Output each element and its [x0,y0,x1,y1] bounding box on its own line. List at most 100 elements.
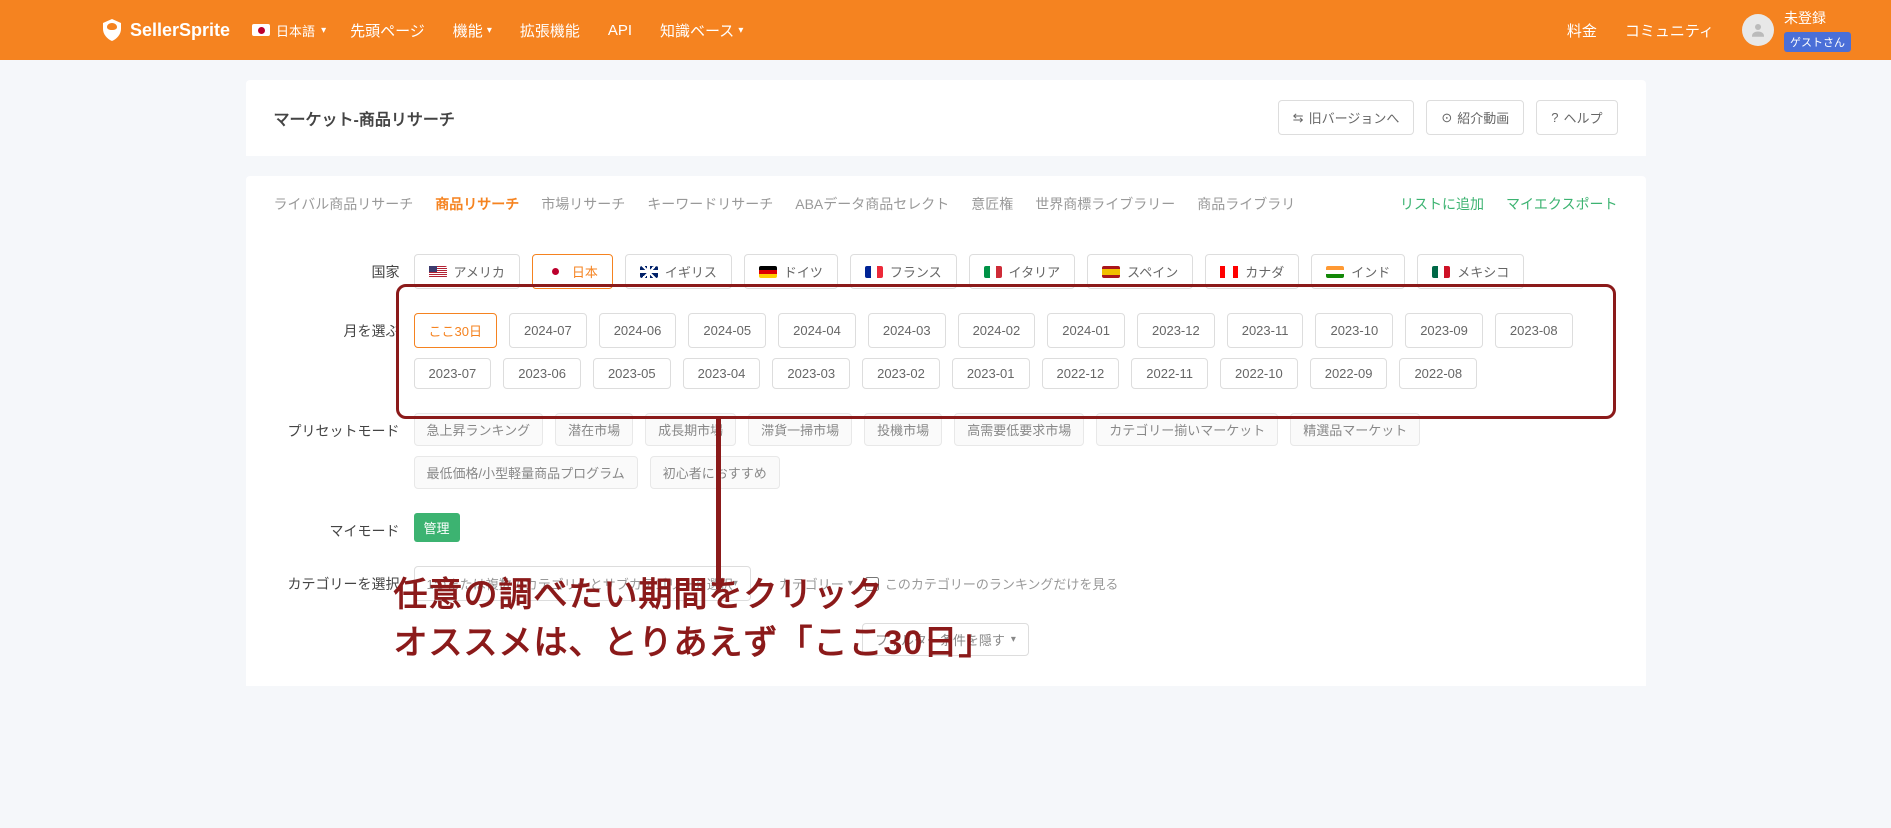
manage-button[interactable]: 管理 [414,513,460,542]
month-2024-06[interactable]: 2024-06 [599,313,677,348]
month-2024-04[interactable]: 2024-04 [778,313,856,348]
country-es[interactable]: スペイン [1087,254,1193,289]
country-it[interactable]: イタリア [969,254,1075,289]
preset-growth[interactable]: 成長期市場 [645,413,736,446]
preset-rising-rank[interactable]: 急上昇ランキング [414,413,544,446]
chevron-down-icon: ▾ [321,25,326,36]
filter-form: 国家 アメリカ 日本 イギリス ドイツ フランス イタリア スペイン カナダ イ… [246,232,1646,686]
chevron-down-icon: ▾ [733,578,738,589]
preset-potential[interactable]: 潜在市場 [555,413,633,446]
flag-ca-icon [1220,266,1238,278]
help-button[interactable]: ? ヘルプ [1536,100,1617,135]
month-last30[interactable]: ここ30日 [414,313,497,348]
month-2023-06[interactable]: 2023-06 [503,358,581,389]
user-menu[interactable]: 未登録 ゲストさん [1742,8,1851,52]
row-preset: プリセットモード 急上昇ランキング 潜在市場 成長期市場 滞貨一掃市場 投機市場… [274,401,1618,501]
user-status: 未登録 [1784,8,1826,28]
month-2023-03[interactable]: 2023-03 [772,358,850,389]
nav-knowledge-base[interactable]: 知識ベース▾ [660,20,743,41]
country-uk[interactable]: イギリス [625,254,732,289]
nav-features[interactable]: 機能▾ [453,20,492,41]
country-jp[interactable]: 日本 [532,254,613,289]
month-2024-02[interactable]: 2024-02 [958,313,1036,348]
preset-clearance[interactable]: 滞貨一掃市場 [748,413,852,446]
month-2023-12[interactable]: 2023-12 [1137,313,1215,348]
brand-logo[interactable]: SellerSprite [100,18,230,42]
month-2022-12[interactable]: 2022-12 [1042,358,1120,389]
row-mymode: マイモード 管理 [274,501,1618,554]
chevron-down-icon: ▾ [738,25,743,36]
month-2024-01[interactable]: 2024-01 [1047,313,1125,348]
month-2023-08[interactable]: 2023-08 [1495,313,1573,348]
preset-curated[interactable]: 精選品マーケット [1290,413,1420,446]
main-nav: 先頭ページ 機能▾ 拡張機能 API 知識ベース▾ [350,20,743,41]
flag-jp-icon [252,24,270,36]
header-right: 料金 コミュニティ 未登録 ゲストさん [1567,8,1891,52]
preset-category-complete[interactable]: カテゴリー揃いマーケット [1096,413,1278,446]
country-mx[interactable]: メキシコ [1417,254,1524,289]
language-switcher[interactable]: 日本語 ▾ [252,21,326,40]
global-header: SellerSprite 日本語 ▾ 先頭ページ 機能▾ 拡張機能 API 知識… [0,0,1891,60]
row-country: 国家 アメリカ 日本 イギリス ドイツ フランス イタリア スペイン カナダ イ… [274,242,1618,301]
tab-aba-select[interactable]: ABAデータ商品セレクト [795,190,949,218]
month-2024-07[interactable]: 2024-07 [509,313,587,348]
month-2024-05[interactable]: 2024-05 [688,313,766,348]
add-to-list-link[interactable]: リストに追加 [1400,194,1484,214]
country-in[interactable]: インド [1311,254,1405,289]
checkbox-input[interactable] [865,577,879,591]
tab-design-rights[interactable]: 意匠権 [971,190,1013,218]
month-2023-10[interactable]: 2023-10 [1315,313,1393,348]
preset-low-price-small[interactable]: 最低価格/小型軽量商品プログラム [414,456,638,489]
country-ca[interactable]: カナダ [1205,254,1299,289]
month-2022-10[interactable]: 2022-10 [1220,358,1298,389]
nav-top[interactable]: 先頭ページ [350,20,425,41]
preset-speculative[interactable]: 投機市場 [864,413,942,446]
country-fr[interactable]: フランス [850,254,957,289]
month-2023-09[interactable]: 2023-09 [1405,313,1483,348]
nav-api[interactable]: API [608,22,632,39]
nav-pricing[interactable]: 料金 [1567,20,1597,41]
tab-trademark-library[interactable]: 世界商標ライブラリー [1035,190,1175,218]
preset-beginner[interactable]: 初心者におすすめ [650,456,780,489]
tab-product-library[interactable]: 商品ライブラリ [1197,190,1295,218]
play-circle-icon: ⊙ [1441,110,1452,126]
label-mymode: マイモード [274,513,414,541]
month-2023-02[interactable]: 2023-02 [862,358,940,389]
old-version-button[interactable]: ⇆ 旧バージョンへ [1278,100,1415,135]
month-2022-11[interactable]: 2022-11 [1131,358,1208,389]
month-2023-11[interactable]: 2023-11 [1227,313,1304,348]
flag-mx-icon [1432,266,1450,278]
intro-video-button[interactable]: ⊙ 紹介動画 [1426,100,1524,135]
month-2022-08[interactable]: 2022-08 [1399,358,1477,389]
flag-fr-icon [865,266,883,278]
flag-us-icon [429,266,447,278]
month-2022-09[interactable]: 2022-09 [1310,358,1388,389]
tab-product-research[interactable]: 商品リサーチ [435,190,519,218]
category-placeholder: 1つまたは複数のカテゴリーとサブカテゴリーを選択 [427,574,733,593]
tab-keyword-research[interactable]: キーワードリサーチ [647,190,773,218]
month-2024-03[interactable]: 2024-03 [868,313,946,348]
tab-market-research[interactable]: 市場リサーチ [541,190,625,218]
month-2023-01[interactable]: 2023-01 [952,358,1030,389]
month-2023-05[interactable]: 2023-05 [593,358,671,389]
country-us[interactable]: アメリカ [414,254,520,289]
flag-in-icon [1326,266,1344,278]
question-circle-icon: ? [1551,110,1558,125]
nav-community[interactable]: コミュニティ [1625,20,1714,41]
category-dropdown[interactable]: カテゴリー ▾ [779,574,853,593]
tab-rival-research[interactable]: ライバル商品リサーチ [274,190,414,218]
preset-high-demand-low-req[interactable]: 高需要低要求市場 [954,413,1084,446]
month-2023-04[interactable]: 2023-04 [683,358,761,389]
category-select[interactable]: 1つまたは複数のカテゴリーとサブカテゴリーを選択 ▾ [414,566,751,601]
only-this-category-checkbox[interactable]: このカテゴリーのランキングだけを見る [865,574,1119,593]
research-tabs: ライバル商品リサーチ 商品リサーチ 市場リサーチ キーワードリサーチ ABAデー… [246,176,1646,232]
month-2023-07[interactable]: 2023-07 [414,358,492,389]
toggle-filter-button[interactable]: フィルター条件を隠す ▾ [862,623,1029,656]
chevron-down-icon: ▾ [848,578,853,589]
swap-icon: ⇆ [1293,110,1304,126]
my-export-link[interactable]: マイエクスポート [1506,194,1617,214]
nav-extension[interactable]: 拡張機能 [520,20,580,41]
flag-jp-icon [547,266,565,278]
chevron-down-icon: ▾ [1011,634,1016,645]
country-de[interactable]: ドイツ [744,254,838,289]
